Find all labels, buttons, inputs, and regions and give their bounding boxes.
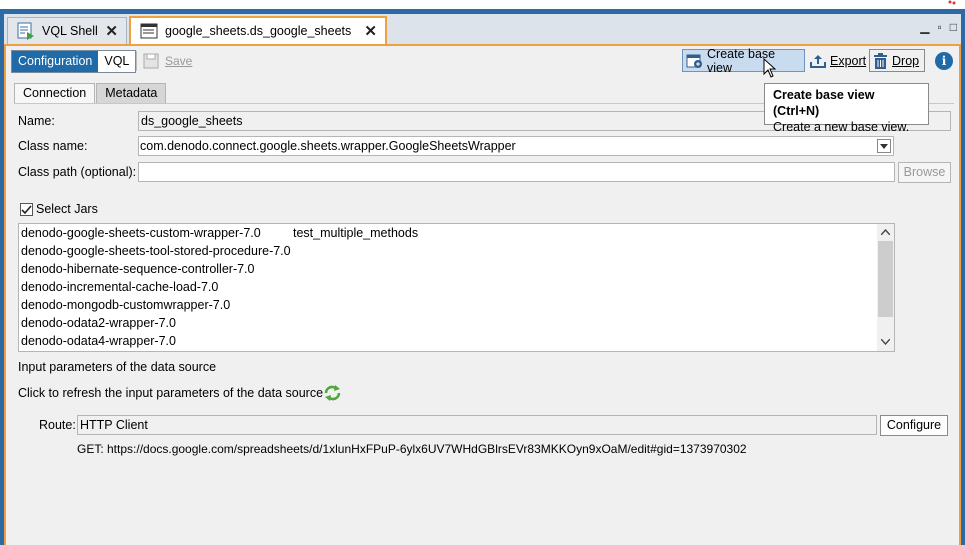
jar-list-scrollbar[interactable] — [877, 224, 894, 351]
tab-label: google_sheets.ds_google_sheets — [165, 24, 352, 38]
trash-icon — [873, 52, 888, 69]
mouse-cursor-icon — [763, 58, 777, 78]
scroll-up-icon[interactable] — [880, 227, 891, 237]
list-item[interactable]: test_multiple_methods — [293, 226, 418, 240]
route-field[interactable]: HTTP Client — [77, 415, 877, 435]
list-item[interactable]: denodo-mongodb-customwrapper-7.0 — [21, 298, 230, 312]
view-mode-toggle: Configuration VQL — [11, 50, 137, 73]
select-jars-label: Select Jars — [36, 202, 98, 216]
chevron-down-icon[interactable] — [877, 139, 891, 153]
create-base-view-button[interactable]: Create base view — [682, 47, 805, 75]
checkmark-icon — [21, 204, 32, 214]
tooltip-text: Create a new base view. — [773, 120, 910, 134]
refresh-icon[interactable] — [323, 384, 342, 405]
minimize-icon[interactable]: ▁ — [920, 20, 929, 34]
export-button[interactable]: Export — [807, 49, 869, 72]
jar-list[interactable]: denodo-google-sheets-custom-wrapper-7.0 … — [18, 223, 895, 352]
tab-datasource[interactable]: google_sheets.ds_google_sheets ✕ — [129, 16, 387, 44]
name-label: Name: — [18, 114, 55, 128]
list-item[interactable]: denodo-incremental-cache-load-7.0 — [21, 280, 218, 294]
editor-tab-bar: VQL Shell ✕ google_sheets.ds_google_shee… — [4, 14, 961, 44]
app-logo-icon — [948, 0, 956, 5]
datasource-icon — [139, 22, 159, 40]
save-button[interactable]: Save — [143, 51, 192, 71]
restore-icon[interactable]: ▫ — [937, 20, 941, 34]
list-item[interactable]: denodo-odata4-wrapper-7.0 — [21, 334, 176, 348]
top-strip — [0, 0, 965, 9]
toolbar: Configuration VQL Save Create base view … — [6, 46, 959, 78]
browse-button[interactable]: Browse — [898, 162, 951, 183]
configuration-button[interactable]: Configuration — [12, 51, 99, 72]
scroll-down-icon[interactable] — [880, 337, 891, 347]
class-name-select[interactable]: com.denodo.connect.google.sheets.wrapper… — [138, 136, 894, 156]
window-controls: ▁ ▫ □ — [920, 20, 957, 34]
tab-label: VQL Shell — [42, 24, 98, 38]
info-icon[interactable]: i — [935, 52, 953, 70]
class-path-label: Class path (optional): — [18, 165, 137, 179]
list-item[interactable]: denodo-odata2-wrapper-7.0 — [21, 316, 176, 330]
drop-button[interactable]: Drop — [869, 49, 925, 72]
input-parameters-heading: Input parameters of the data source — [18, 360, 217, 374]
toolbar-separator — [136, 51, 137, 71]
tooltip-title: Create base view (Ctrl+N) — [773, 88, 875, 118]
vql-shell-icon — [16, 22, 36, 40]
class-name-label: Class name: — [18, 139, 88, 153]
tab-connection[interactable]: Connection — [14, 83, 96, 104]
tab-metadata[interactable]: Metadata — [96, 83, 167, 104]
get-url-text: GET: https://docs.google.com/spreadsheet… — [77, 442, 747, 456]
close-icon[interactable]: ✕ — [105, 22, 118, 40]
subtab-bar: Connection Metadata — [14, 83, 167, 104]
maximize-icon[interactable]: □ — [950, 20, 957, 34]
list-item[interactable]: denodo-google-sheets-tool-stored-procedu… — [21, 244, 291, 258]
select-jars-checkbox[interactable] — [20, 203, 33, 216]
export-icon — [810, 53, 826, 69]
configure-button[interactable]: Configure — [880, 415, 948, 436]
close-icon[interactable]: ✕ — [364, 22, 377, 40]
tab-vql-shell[interactable]: VQL Shell ✕ — [7, 17, 127, 44]
scrollbar-thumb[interactable] — [878, 241, 893, 317]
save-icon — [143, 53, 159, 69]
refresh-parameters-text: Click to refresh the input parameters of… — [18, 386, 324, 400]
create-base-view-icon — [686, 53, 703, 69]
vql-button[interactable]: VQL — [98, 51, 136, 72]
create-base-view-tooltip: Create base view (Ctrl+N) Create a new b… — [764, 83, 929, 134]
class-path-input[interactable] — [138, 162, 895, 182]
datasource-editor-panel: Configuration VQL Save Create base view … — [4, 44, 961, 545]
list-item[interactable]: denodo-google-sheets-custom-wrapper-7.0 — [21, 226, 261, 240]
list-item[interactable]: denodo-hibernate-sequence-controller-7.0 — [21, 262, 254, 276]
route-label: Route: — [39, 418, 76, 432]
class-name-value: com.denodo.connect.google.sheets.wrapper… — [140, 139, 516, 153]
